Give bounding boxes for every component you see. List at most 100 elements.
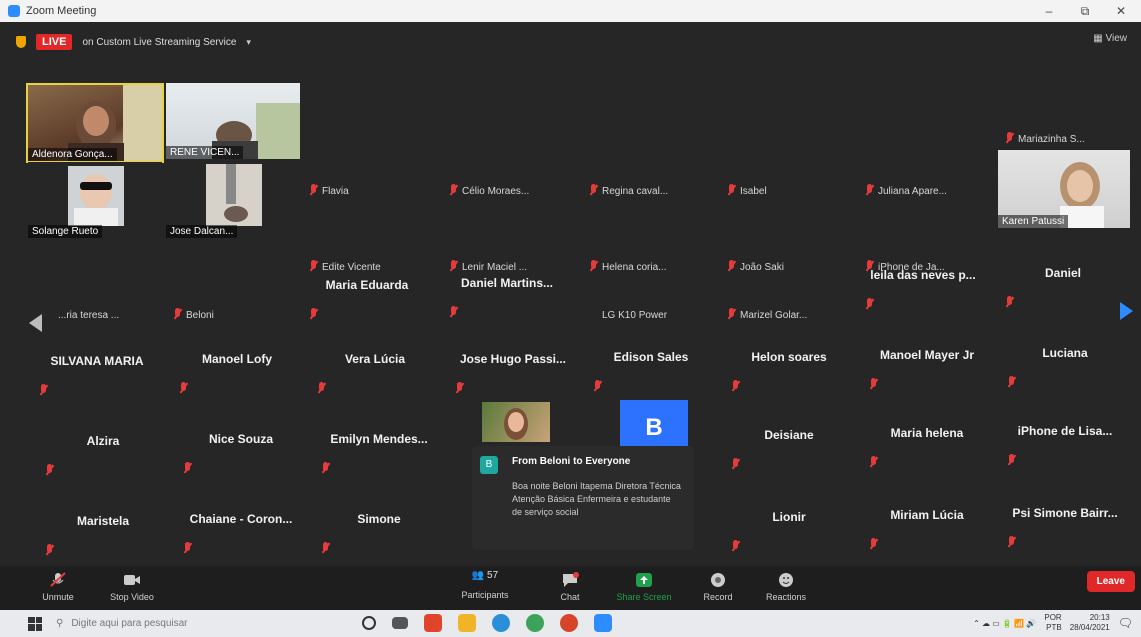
unmute-button[interactable]: Unmute xyxy=(26,570,90,608)
participant-tile[interactable]: Mariazinha S... xyxy=(996,120,1130,150)
zoom-taskbar-icon[interactable] xyxy=(594,614,612,632)
chat-button[interactable]: Chat xyxy=(538,570,602,608)
leave-button[interactable]: Leave xyxy=(1086,571,1135,592)
participant-tile[interactable]: Lionir xyxy=(722,482,856,558)
participant-tile[interactable]: iPhone de Lisa... xyxy=(998,396,1132,472)
participant-video-tile[interactable]: Jose Dalcan... xyxy=(166,162,300,238)
search-icon: ⚲ xyxy=(56,618,64,629)
close-button[interactable]: ✕ xyxy=(1106,0,1136,22)
chat-notification[interactable]: B From Beloni to Everyone Boa noite Belo… xyxy=(472,446,694,550)
participant-name: Miriam Lúcia xyxy=(890,508,964,522)
language-indicator[interactable]: POR PTB xyxy=(1044,613,1061,633)
participant-tile[interactable]: Isabel xyxy=(718,126,852,202)
participant-tile[interactable]: Daniel Martins... xyxy=(440,248,574,324)
video-camera-icon xyxy=(124,575,140,585)
meeting-toolbar: Unmute Stop Video 👥 57 Participants Chat… xyxy=(0,566,1141,610)
live-stream-bar: LIVE on Custom Live Streaming Service ▾ xyxy=(0,24,1141,60)
notifications-icon[interactable]: 🗨 xyxy=(1118,616,1133,630)
minimize-button[interactable]: – xyxy=(1034,0,1064,22)
participant-name: Luciana xyxy=(1042,346,1088,360)
view-button[interactable]: ▦ View xyxy=(1093,33,1127,44)
participant-tile[interactable]: Deisiane xyxy=(722,400,856,476)
participant-tile[interactable]: Jose Hugo Passi... xyxy=(446,324,580,400)
participant-video-tile[interactable]: Solange Rueto xyxy=(28,162,162,238)
participant-tile[interactable]: Vera Lúcia xyxy=(308,324,442,400)
participant-name: Manoel Mayer Jr xyxy=(879,348,975,362)
participant-tile[interactable]: LG K10 Power xyxy=(580,286,714,326)
participant-tile[interactable]: Maristela xyxy=(36,486,170,562)
participant-video-tile[interactable] xyxy=(482,402,550,442)
chat-label: Chat xyxy=(560,592,580,602)
video-tile-name: Karen Patussi xyxy=(998,215,1069,228)
participant-tile[interactable]: SILVANA MARIA xyxy=(30,326,164,402)
muted-mic-icon xyxy=(732,458,739,470)
restore-button[interactable]: ⧉ xyxy=(1070,0,1100,22)
participant-tile[interactable]: Nice Souza xyxy=(174,404,308,480)
participant-tile[interactable]: leila das neves p... xyxy=(856,240,990,316)
cortana-icon[interactable] xyxy=(362,616,376,630)
live-badge[interactable]: LIVE xyxy=(36,34,73,50)
muted-mic-icon xyxy=(180,382,187,394)
person-video-image xyxy=(504,408,528,440)
participant-tile[interactable]: Helena coria... xyxy=(580,202,714,278)
file-explorer-icon[interactable] xyxy=(458,614,476,632)
participant-video-tile[interactable]: RENE VICEN... xyxy=(166,83,300,159)
chrome-icon[interactable] xyxy=(526,614,544,632)
participant-tile[interactable]: Psi Simone Bairr... xyxy=(998,478,1132,554)
participant-tile[interactable]: Maria Eduarda xyxy=(300,250,434,326)
reactions-button[interactable]: Reactions xyxy=(754,570,818,608)
participant-tile[interactable]: ...ria teresa ... xyxy=(30,286,164,326)
participant-tile[interactable]: Flavia xyxy=(300,126,434,202)
next-page-icon[interactable] xyxy=(1118,300,1136,322)
previous-page-icon[interactable] xyxy=(26,312,44,334)
participant-tile[interactable]: Manoel Mayer Jr xyxy=(860,320,994,396)
muted-mic-icon xyxy=(870,378,877,390)
participant-video-tile[interactable]: Aldenora Gonça... xyxy=(26,83,164,163)
participant-tile[interactable]: João Saki xyxy=(718,202,852,278)
participant-tile[interactable]: Juliana Apare... xyxy=(856,126,990,202)
participant-tile[interactable]: Maria helena xyxy=(860,398,994,474)
chevron-down-icon[interactable]: ▾ xyxy=(246,37,251,48)
participant-name: Vera Lúcia xyxy=(344,352,406,366)
taskbar-search[interactable]: ⚲ Digite aqui para pesquisar xyxy=(56,618,356,629)
share-screen-button[interactable]: Share Screen xyxy=(612,570,676,608)
clock[interactable]: 20:13 28/04/2021 xyxy=(1070,613,1110,633)
muted-mic-icon xyxy=(1008,536,1015,548)
security-shield-icon[interactable] xyxy=(16,36,26,48)
participant-video-tile[interactable]: Karen Patussi xyxy=(998,150,1130,228)
participant-tile[interactable]: Beloni xyxy=(164,286,298,326)
participant-name: Mariazinha S... xyxy=(1018,134,1085,145)
tray-icons[interactable]: ⌃ ☁ ▭ 🔋 📶 🔊 xyxy=(973,619,1036,628)
participant-tile[interactable]: Helon soares xyxy=(722,322,856,398)
participant-tile[interactable]: Daniel xyxy=(996,238,1130,314)
participant-name: Daniel xyxy=(1044,266,1081,280)
office-icon[interactable] xyxy=(424,614,442,632)
participant-name: iPhone de Lisa... xyxy=(1017,424,1113,438)
participant-name: Isabel xyxy=(740,186,767,197)
windows-start-icon[interactable] xyxy=(28,616,42,631)
edge-icon[interactable] xyxy=(492,614,510,632)
participant-name: Psi Simone Bairr... xyxy=(1012,506,1118,520)
participant-tile[interactable]: Regina caval... xyxy=(580,126,714,202)
participants-button[interactable]: 👥 57 Participants xyxy=(450,570,520,608)
participant-name: Jose Hugo Passi... xyxy=(459,352,567,366)
participant-tile[interactable]: Chaiane - Coron... xyxy=(174,484,308,560)
search-placeholder: Digite aqui para pesquisar xyxy=(71,618,188,629)
avatar-letter: B xyxy=(645,414,663,441)
stop-video-button[interactable]: Stop Video xyxy=(100,570,164,608)
participant-tile[interactable]: Luciana xyxy=(998,318,1132,394)
participant-tile[interactable]: Manoel Lofy xyxy=(170,324,304,400)
participant-name: Manoel Lofy xyxy=(201,352,272,366)
participant-tile[interactable]: Marizel Golar... xyxy=(718,286,852,326)
participant-tile[interactable]: Célio Moraes... xyxy=(440,126,574,202)
participant-tile[interactable]: Simone xyxy=(312,484,446,560)
participant-tile[interactable]: Miriam Lúcia xyxy=(860,480,994,556)
participant-tile[interactable]: Emilyn Mendes... xyxy=(312,404,446,480)
participant-name: Lionir xyxy=(772,510,806,524)
participant-tile[interactable]: Alzira xyxy=(36,406,170,482)
participant-tile[interactable]: Edison Sales xyxy=(584,322,718,398)
live-stream-service[interactable]: on Custom Live Streaming Service xyxy=(82,37,236,48)
task-view-icon[interactable] xyxy=(392,617,408,629)
opera-icon[interactable] xyxy=(560,614,578,632)
record-button[interactable]: Record xyxy=(686,570,750,608)
